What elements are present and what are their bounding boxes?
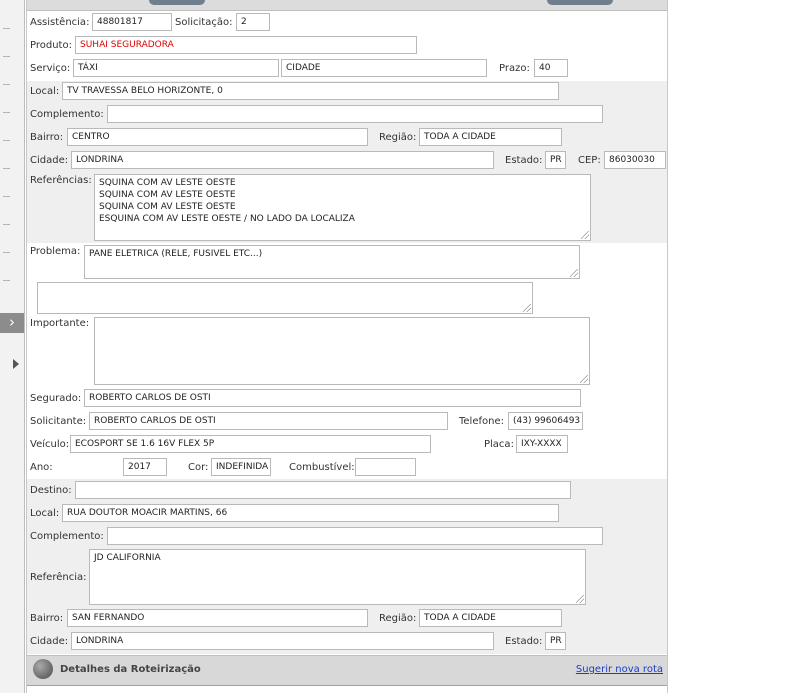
problema-text: PANE ELETRICA (RELE, FUSIVEL ETC...) (89, 249, 263, 259)
veiculo-label: Veículo: (30, 439, 70, 450)
referencias-line: SQUINA COM AV LESTE OESTE (99, 190, 236, 200)
toolbar-button-right[interactable] (547, 0, 613, 5)
extra-notes-textarea[interactable] (37, 282, 533, 314)
cep-label: CEP: (578, 155, 601, 166)
regiao-field[interactable]: TODA A CIDADE (419, 128, 562, 146)
sidebar-tick (3, 112, 10, 113)
estado-field[interactable]: PR (545, 151, 566, 169)
destino-bairro-field[interactable]: SAN FERNANDO (67, 609, 368, 627)
telefone-field[interactable]: (43) 99606493 (508, 412, 583, 430)
cidade-field[interactable]: LONDRINA (71, 151, 494, 169)
placa-field[interactable]: IXY-XXXX (516, 435, 568, 453)
sidebar-tick (3, 280, 10, 281)
destino-cidade-label: Cidade: (30, 636, 69, 647)
sidebar-tick (3, 196, 10, 197)
destino-local-label: Local: (30, 508, 60, 519)
left-sidebar: › (0, 0, 25, 693)
regiao-label: Região: (379, 132, 417, 143)
servico-label: Serviço: (30, 63, 71, 74)
toolbar-button-left[interactable] (149, 0, 205, 5)
destino-label: Destino: (30, 485, 72, 496)
routing-details-header: Detalhes da Roteirização Sugerir nova ro… (27, 655, 667, 686)
sidebar-tick (3, 56, 10, 57)
destino-referencia-text: JD CALIFORNIA (94, 553, 161, 563)
assistencia-field[interactable]: 48801817 (92, 13, 172, 31)
destino-local-field[interactable]: RUA DOUTOR MOACIR MARTINS, 66 (62, 504, 559, 522)
servico-type-field[interactable]: CIDADE (281, 59, 487, 77)
destino-field[interactable] (75, 481, 571, 499)
cep-field[interactable]: 86030030 (604, 151, 666, 169)
sidebar-tick (3, 28, 10, 29)
ano-label: Ano: (30, 462, 53, 473)
cor-label: Cor: (188, 462, 209, 473)
destino-regiao-field[interactable]: TODA A CIDADE (419, 609, 562, 627)
solicitante-label: Solicitante: (30, 416, 87, 427)
local-field[interactable]: TV TRAVESSA BELO HORIZONTE, 0 (62, 82, 559, 100)
bairro-field[interactable]: CENTRO (67, 128, 368, 146)
destino-estado-field[interactable]: PR (545, 632, 566, 650)
solicitacao-label: Solicitação: (175, 17, 233, 28)
destino-complemento-field[interactable] (107, 527, 603, 545)
destino-referencia-textarea[interactable]: JD CALIFORNIA (89, 549, 586, 605)
suggest-new-route-link[interactable]: Sugerir nova rota (576, 664, 663, 675)
assistencia-label: Assistência: (30, 17, 90, 28)
destino-complemento-label: Complemento: (30, 531, 104, 542)
sidebar-tick (3, 140, 10, 141)
referencias-line: SQUINA COM AV LESTE OESTE (99, 202, 236, 212)
referencias-line: SQUINA COM AV LESTE OESTE (99, 178, 236, 188)
destino-bairro-label: Bairro: (30, 613, 64, 624)
sidebar-tick (3, 84, 10, 85)
resize-grip-icon[interactable] (523, 304, 531, 312)
sidebar-tick (3, 224, 10, 225)
cidade-label: Cidade: (30, 155, 69, 166)
destino-regiao-label: Região: (379, 613, 417, 624)
top-toolbar (27, 0, 667, 11)
play-arrow-icon[interactable] (13, 359, 19, 369)
destino-cidade-field[interactable]: LONDRINA (71, 632, 494, 650)
sidebar-tick (3, 168, 10, 169)
combustivel-field[interactable] (355, 458, 416, 476)
service-request-panel: Assistência: 48801817 Solicitação: 2 Pro… (26, 0, 668, 693)
referencias-textarea[interactable]: SQUINA COM AV LESTE OESTE SQUINA COM AV … (94, 174, 591, 241)
problema-label: Problema: (30, 246, 81, 257)
prazo-field[interactable]: 40 (534, 59, 568, 77)
destino-estado-label: Estado: (505, 636, 543, 647)
segurado-field[interactable]: ROBERTO CARLOS DE OSTI (84, 389, 581, 407)
referencias-line: ESQUINA COM AV LESTE OESTE / NO LADO DA … (99, 214, 355, 224)
resize-grip-icon[interactable] (581, 231, 589, 239)
combustivel-label: Combustível: (289, 462, 355, 473)
ano-field[interactable]: 2017 (123, 458, 167, 476)
solicitacao-field[interactable]: 2 (236, 13, 270, 31)
estado-label: Estado: (505, 155, 543, 166)
resize-grip-icon[interactable] (580, 375, 588, 383)
importante-label: Importante: (30, 318, 90, 329)
globe-icon (33, 659, 53, 679)
local-label: Local: (30, 86, 60, 97)
routing-details-title: Detalhes da Roteirização (60, 664, 201, 675)
solicitante-field[interactable]: ROBERTO CARLOS DE OSTI (89, 412, 448, 430)
complemento-field[interactable] (107, 105, 603, 123)
resize-grip-icon[interactable] (576, 595, 584, 603)
sidebar-expand-button[interactable]: › (0, 313, 24, 333)
referencias-label: Referências: (30, 175, 92, 186)
importante-textarea[interactable] (94, 317, 590, 385)
sidebar-tick (3, 252, 10, 253)
veiculo-field[interactable]: ECOSPORT SE 1.6 16V FLEX 5P (70, 435, 431, 453)
complemento-label: Complemento: (30, 109, 104, 120)
produto-field[interactable]: SUHAI SEGURADORA (75, 36, 417, 54)
servico-field[interactable]: TÁXI (73, 59, 279, 77)
bairro-label: Bairro: (30, 132, 64, 143)
resize-grip-icon[interactable] (570, 269, 578, 277)
problema-textarea[interactable]: PANE ELETRICA (RELE, FUSIVEL ETC...) (84, 245, 580, 279)
destino-referencia-label: Referência: (30, 572, 87, 583)
prazo-label: Prazo: (499, 63, 530, 74)
placa-label: Placa: (484, 439, 514, 450)
cor-field[interactable]: INDEFINIDA (211, 458, 271, 476)
produto-label: Produto: (30, 40, 72, 51)
telefone-label: Telefone: (459, 416, 504, 427)
segurado-label: Segurado: (30, 393, 82, 404)
